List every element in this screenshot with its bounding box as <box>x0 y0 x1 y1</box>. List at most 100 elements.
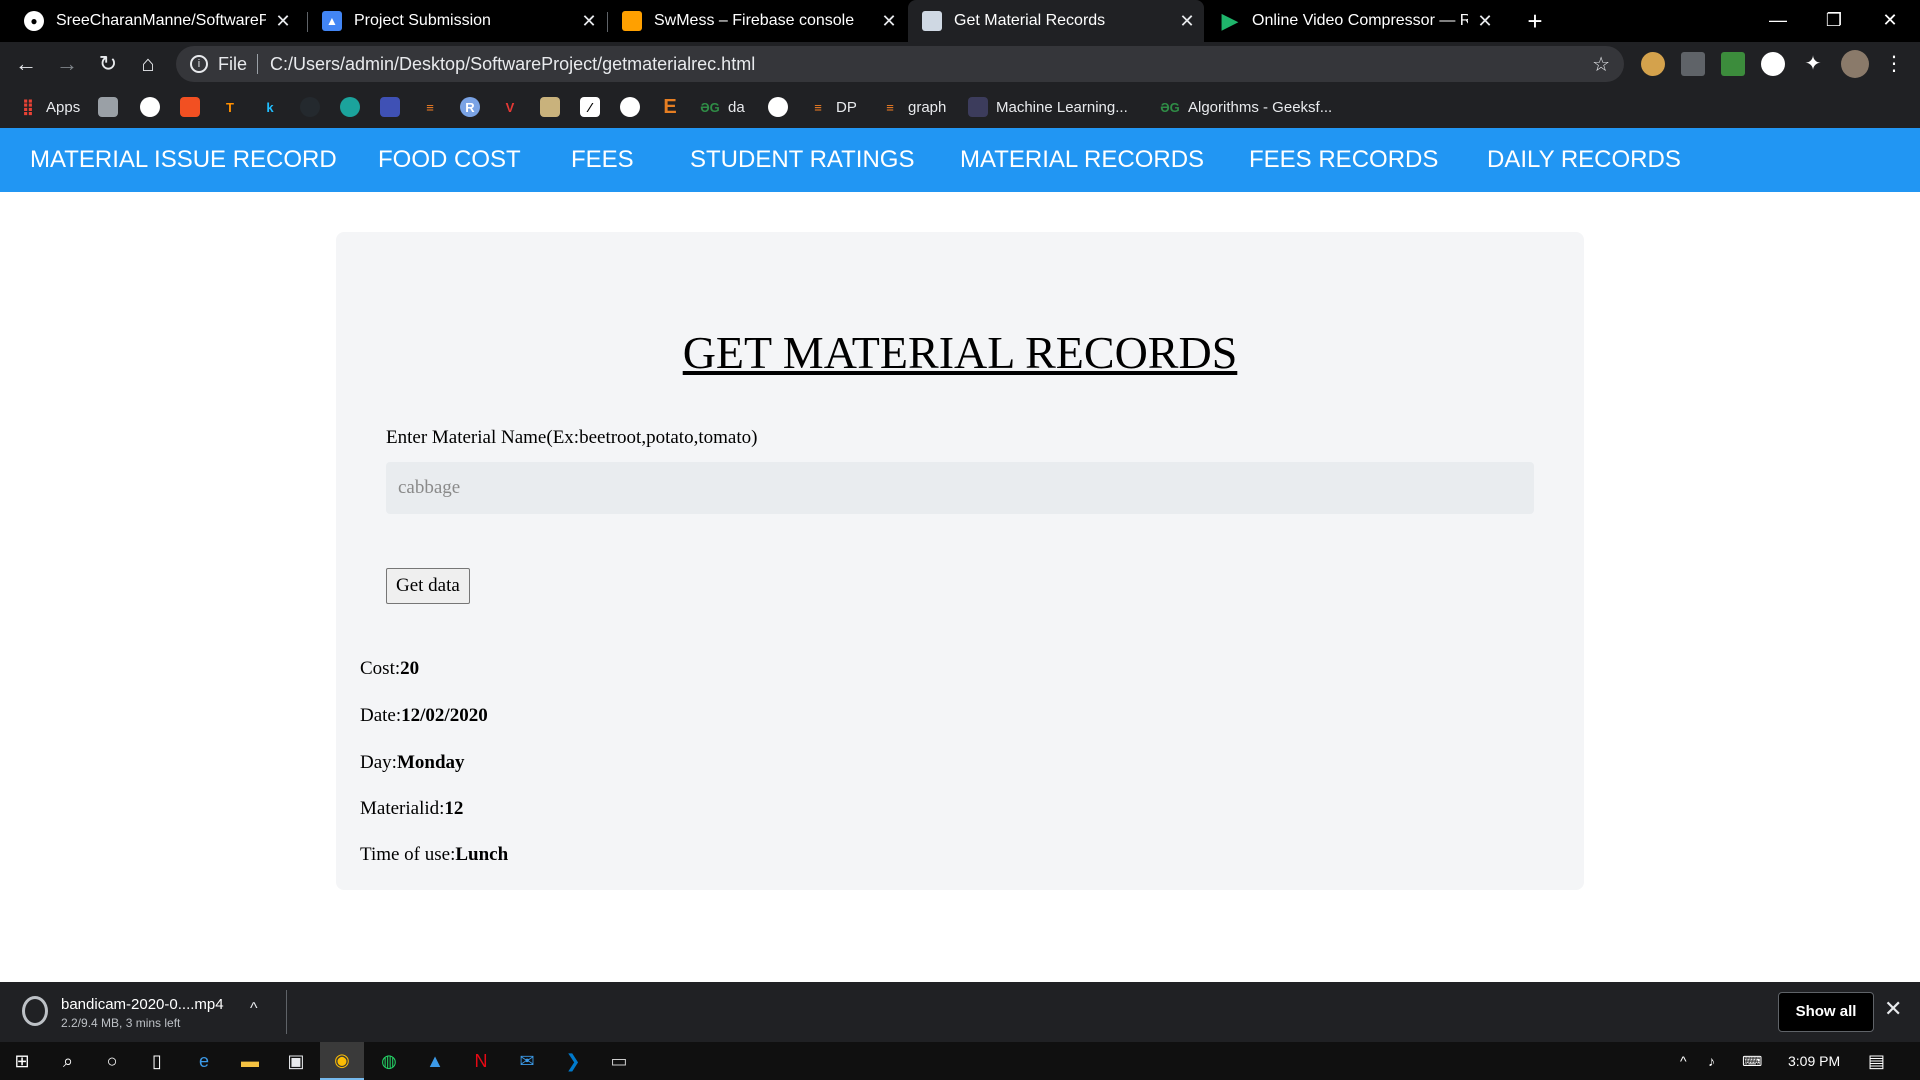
cortana-icon[interactable]: ○ <box>90 1042 134 1080</box>
bookmark-dp[interactable]: ≡ DP <box>808 86 857 128</box>
bookmark-site[interactable]: ⁄ <box>580 86 608 128</box>
home-icon[interactable]: ⌂ <box>132 48 164 80</box>
forward-icon[interactable]: → <box>51 48 83 80</box>
chevron-up-icon[interactable]: ^ <box>250 1000 258 1018</box>
taskbar: ⊞ ⌕ ○ ▯ e ▬ ▣ ◉ ◍ ▲ N ✉ ❯ ▭ ^ ♪ ⌨ 3:09 P… <box>0 1042 1920 1080</box>
clock[interactable]: 3:09 PM <box>1788 1042 1840 1080</box>
address-url[interactable]: C:/Users/admin/Desktop/SoftwareProject/g… <box>270 54 755 75</box>
get-data-button[interactable]: Get data <box>386 568 470 604</box>
minimize-icon[interactable]: — <box>1750 0 1806 42</box>
nav-material-records[interactable]: MATERIAL RECORDS <box>960 128 1204 192</box>
bookmark-star-icon[interactable]: ☆ <box>1592 52 1610 77</box>
bookmark-site[interactable] <box>300 86 328 128</box>
back-icon[interactable]: ← <box>10 48 42 80</box>
bookmark-site[interactable]: R <box>460 86 488 128</box>
puzzle-icon[interactable]: ✦ <box>1801 52 1825 76</box>
download-file-icon[interactable] <box>22 996 48 1026</box>
bookmark-site[interactable]: V <box>500 86 528 128</box>
close-window-icon[interactable]: ✕ <box>1862 0 1918 42</box>
mail-icon[interactable]: ✉ <box>505 1042 549 1080</box>
tab-github[interactable]: ● SreeCharanManne/SoftwareProje ✕ <box>10 0 300 42</box>
close-icon[interactable]: ✕ <box>266 11 300 32</box>
cost-value: 20 <box>400 658 420 679</box>
tab-video-compressor[interactable]: ▶ Online Video Compressor — Red ✕ <box>1206 0 1502 42</box>
top-navigation: MATERIAL ISSUE RECORD FOOD COST FEES STU… <box>0 128 1920 192</box>
bookmark-algorithms[interactable]: ƏG Algorithms - Geeksf... <box>1160 86 1332 128</box>
new-tab-button[interactable]: + <box>1520 6 1550 36</box>
edge-icon[interactable]: e <box>182 1042 226 1080</box>
bookmark-site[interactable] <box>380 86 408 128</box>
nav-fees-records[interactable]: FEES RECORDS <box>1249 128 1438 192</box>
nav-food-cost[interactable]: FOOD COST <box>378 128 521 192</box>
bookmark-site[interactable]: ≡ <box>420 86 448 128</box>
pdf-extension-icon[interactable] <box>1681 52 1705 76</box>
bookmark-label: DP <box>836 98 857 116</box>
nav-student-ratings[interactable]: STUDENT RATINGS <box>690 128 914 192</box>
shelf-divider <box>286 990 287 1034</box>
bookmark-site[interactable] <box>140 86 168 128</box>
nav-daily-records[interactable]: DAILY RECORDS <box>1487 128 1681 192</box>
cookie-extension-icon[interactable] <box>1641 52 1665 76</box>
material-name-input[interactable] <box>386 462 1534 514</box>
bookmark-site[interactable] <box>98 86 126 128</box>
extension-icon[interactable] <box>1721 52 1745 76</box>
task-view-icon[interactable]: ▯ <box>135 1042 179 1080</box>
bookmark-site[interactable] <box>180 86 208 128</box>
bookmark-site[interactable]: k <box>260 86 288 128</box>
result-materialid: Materialid:12 <box>360 798 463 820</box>
bookmark-site[interactable]: E <box>660 86 688 128</box>
kaggle-icon: k <box>266 99 274 115</box>
geeksforgeeks-icon: ƏG <box>700 99 720 115</box>
store-icon[interactable]: ▣ <box>274 1042 318 1080</box>
terminal-icon[interactable]: ▭ <box>597 1042 641 1080</box>
bookmark-apps[interactable]: ⣿ Apps <box>18 86 80 128</box>
bookmark-graph[interactable]: ≡ graph <box>880 86 946 128</box>
circle-extension-icon[interactable] <box>1761 52 1785 76</box>
reload-icon[interactable]: ↻ <box>92 48 124 80</box>
tab-project-submission[interactable]: ▲ Project Submission ✕ <box>308 0 606 42</box>
info-icon[interactable]: i <box>190 55 208 73</box>
apps-grid-icon: ⣿ <box>21 99 35 116</box>
address-bar[interactable]: i File C:/Users/admin/Desktop/SoftwarePr… <box>176 46 1624 82</box>
tab-firebase[interactable]: SwMess – Firebase console ✕ <box>608 0 906 42</box>
close-icon[interactable]: ✕ <box>1884 996 1902 1022</box>
bookmark-da[interactable]: ƏG da <box>700 86 744 128</box>
bookmark-site[interactable] <box>620 86 648 128</box>
file-explorer-icon[interactable]: ▬ <box>228 1042 272 1080</box>
nav-fees[interactable]: FEES <box>571 128 634 192</box>
bookmark-site[interactable]: T <box>220 86 248 128</box>
app-icon[interactable]: ▲ <box>413 1042 457 1080</box>
chevron-up-icon[interactable]: ^ <box>1680 1042 1687 1080</box>
bookmark-site[interactable] <box>540 86 568 128</box>
restore-icon[interactable]: ❐ <box>1806 0 1862 42</box>
vscode-icon[interactable]: ❯ <box>551 1042 595 1080</box>
close-icon[interactable]: ✕ <box>1170 11 1204 32</box>
chrome-icon[interactable]: ◉ <box>320 1042 364 1080</box>
v-icon: V <box>505 99 515 115</box>
bookmark-site[interactable] <box>768 86 796 128</box>
notifications-icon[interactable]: ▤ <box>1868 1042 1885 1080</box>
nav-material-issue-record[interactable]: MATERIAL ISSUE RECORD <box>30 128 337 192</box>
volume-icon[interactable]: ♪ <box>1708 1042 1715 1080</box>
keyboard-icon[interactable]: ⌨ <box>1742 1042 1762 1080</box>
materialid-value: 12 <box>444 798 464 819</box>
avatar[interactable] <box>1841 50 1869 78</box>
tab-get-material-records[interactable]: Get Material Records ✕ <box>908 0 1204 42</box>
cube-icon <box>380 97 400 117</box>
close-icon[interactable]: ✕ <box>872 11 906 32</box>
whatsapp-icon[interactable]: ◍ <box>367 1042 411 1080</box>
menu-icon[interactable]: ⋮ <box>1882 52 1906 76</box>
bookmark-machine-learning[interactable]: Machine Learning... <box>968 86 1128 128</box>
close-icon[interactable]: ✕ <box>1468 11 1502 32</box>
close-icon[interactable]: ✕ <box>572 11 606 32</box>
address-divider <box>257 54 259 74</box>
netflix-icon[interactable]: N <box>459 1042 503 1080</box>
result-day: Day:Monday <box>360 752 465 774</box>
bookmark-site[interactable] <box>340 86 368 128</box>
windows-start-icon[interactable]: ⊞ <box>0 1042 44 1080</box>
day-value: Monday <box>396 752 465 773</box>
download-file-name[interactable]: bandicam-2020-0....mp4 <box>61 996 224 1013</box>
search-icon[interactable]: ⌕ <box>46 1042 90 1080</box>
show-all-button[interactable]: Show all <box>1778 992 1874 1032</box>
github-icon <box>300 97 320 117</box>
